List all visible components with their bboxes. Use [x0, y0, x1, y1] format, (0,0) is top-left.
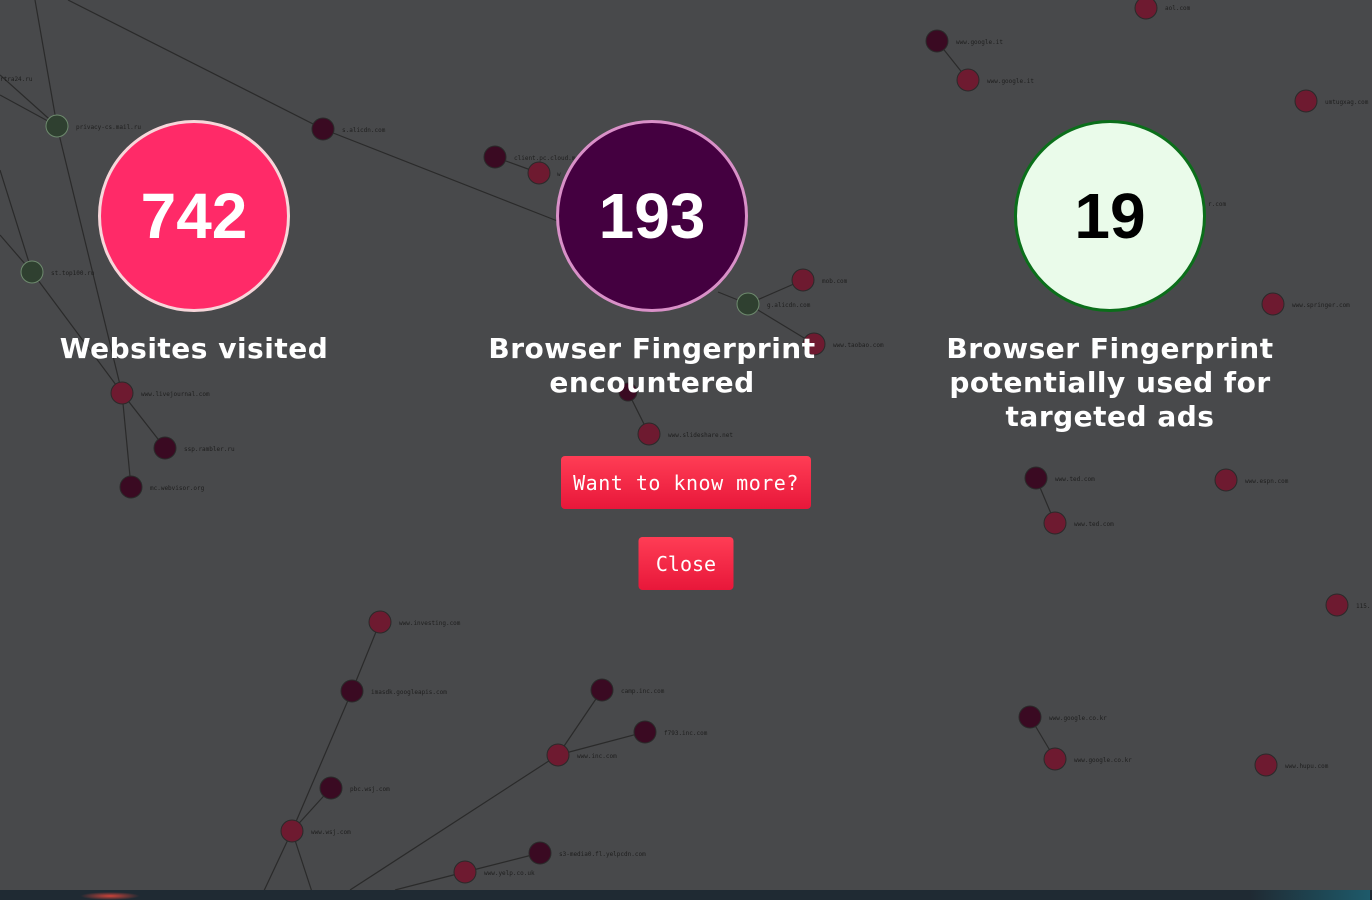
- node-label: www.inc.com: [577, 753, 617, 760]
- node-label: www.google.it: [956, 39, 1003, 46]
- ads-count: 19: [1074, 180, 1146, 252]
- node-label: www.investing.com: [399, 620, 461, 627]
- want-to-know-more-button[interactable]: Want to know more?: [561, 456, 811, 509]
- node-label: www.google.co.kr: [1074, 757, 1132, 764]
- stat-targeted-ads: 19 Browser Fingerprint potentially used …: [890, 120, 1330, 434]
- node-label: www.google.co.kr: [1049, 715, 1107, 722]
- node-label: pbc.wsj.com: [350, 786, 390, 793]
- websites-count: 742: [140, 180, 248, 252]
- stat-websites-visited: 742 Websites visited: [0, 120, 414, 366]
- node-label: umtugxag.com: [1325, 99, 1369, 106]
- taskbar-edge: [1250, 890, 1370, 900]
- node-label: www.yelp.co.uk: [484, 870, 535, 877]
- node-label: imasdk.googleapis.com: [371, 689, 447, 696]
- stat-fingerprint-encountered: 193 Browser Fingerprint encountered: [432, 120, 872, 400]
- taskbar: [0, 890, 1372, 900]
- taskbar-glow: [80, 892, 140, 900]
- node-label: rtra24.ru: [0, 76, 33, 83]
- websites-count-circle: 742: [98, 120, 290, 312]
- close-button[interactable]: Close: [638, 537, 734, 590]
- node-label: www.livejournal.com: [141, 391, 210, 398]
- node-label: s3-media0.fl.yelpcdn.com: [559, 851, 646, 858]
- node-label: mc.webvisor.org: [150, 485, 205, 492]
- node-label: www.slideshare.net: [668, 432, 733, 439]
- node-label: www.google.it: [987, 78, 1034, 85]
- node-label: www.hupu.com: [1285, 763, 1329, 770]
- fingerprint-count: 193: [598, 180, 706, 252]
- websites-label: Websites visited: [59, 332, 329, 365]
- fingerprint-label: Browser Fingerprint encountered: [488, 332, 816, 399]
- node-label: f793.inc.com: [664, 730, 708, 737]
- node-label: camp.inc.com: [621, 688, 665, 695]
- ads-count-circle: 19: [1014, 120, 1206, 312]
- node-label: www.ted.com: [1055, 476, 1095, 483]
- node-label: www.ted.com: [1074, 521, 1114, 528]
- node-label: 115.: [1356, 603, 1370, 610]
- ads-label: Browser Fingerprint potentially used for…: [946, 332, 1274, 433]
- node-label: www.espn.com: [1245, 478, 1289, 485]
- node-label: aol.com: [1165, 5, 1191, 12]
- node-label: www.wsj.com: [311, 829, 351, 836]
- node-label: ssp.rambler.ru: [184, 446, 235, 453]
- fingerprint-count-circle: 193: [556, 120, 748, 312]
